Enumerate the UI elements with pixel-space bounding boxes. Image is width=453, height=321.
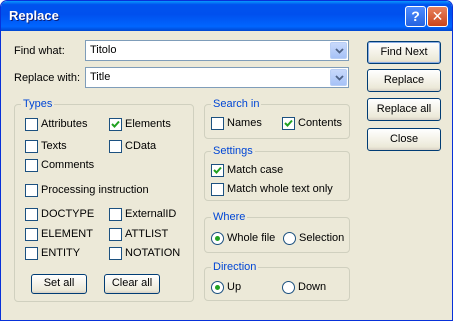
notation-label: NOTATION — [125, 247, 181, 259]
dialog-title: Replace — [9, 8, 59, 23]
up-radio[interactable] — [211, 281, 224, 294]
set-all-button[interactable]: Set all — [31, 274, 87, 294]
whole-file-label: Whole file — [227, 232, 276, 244]
attributes-label: Attributes — [41, 118, 88, 130]
contents-label: Contents — [298, 117, 343, 129]
processing-instruction-label: Processing instruction — [41, 184, 149, 196]
element-label: ELEMENT — [41, 228, 93, 240]
elements-label: Elements — [125, 118, 171, 130]
doctype-label: DOCTYPE — [41, 208, 95, 220]
texts-checkbox[interactable] — [25, 140, 38, 153]
doctype-checkbox[interactable] — [25, 208, 38, 221]
whole-file-radio[interactable] — [211, 232, 224, 245]
names-checkbox[interactable] — [211, 117, 224, 130]
types-title: Types — [21, 98, 55, 110]
notation-checkbox[interactable] — [109, 247, 122, 260]
checkmark-icon — [213, 166, 222, 174]
checkmark-icon — [111, 120, 120, 128]
where-title: Where — [211, 211, 248, 223]
replace-dialog: Replace ? ✕ Find what: Titolo Replace wi… — [0, 0, 453, 321]
find-what-combo[interactable]: Titolo — [85, 40, 349, 61]
find-next-button[interactable]: Find Next — [367, 41, 441, 64]
comments-checkbox[interactable] — [25, 159, 38, 172]
externalid-label: ExternalID — [125, 208, 177, 220]
checkmark-icon — [284, 119, 293, 127]
chevron-down-icon — [335, 48, 344, 54]
chevron-down-icon — [335, 75, 344, 81]
replace-with-value[interactable]: Title — [90, 71, 110, 83]
entity-checkbox[interactable] — [25, 247, 38, 260]
replace-all-button[interactable]: Replace all — [367, 98, 441, 121]
entity-label: ENTITY — [41, 247, 81, 259]
replace-button[interactable]: Replace — [367, 69, 441, 92]
match-case-checkbox[interactable] — [211, 164, 224, 177]
selection-radio[interactable] — [283, 232, 296, 245]
externalid-checkbox[interactable] — [109, 208, 122, 221]
names-label: Names — [227, 117, 262, 129]
contents-checkbox[interactable] — [282, 117, 295, 130]
find-what-dropdown-button[interactable] — [330, 42, 347, 59]
cdata-label: CData — [125, 140, 157, 152]
types-group: Types — [14, 98, 194, 302]
search-in-title: Search in — [211, 98, 262, 110]
selection-label: Selection — [299, 232, 345, 244]
clear-all-button[interactable]: Clear all — [104, 274, 160, 294]
find-what-label: Find what: — [14, 45, 65, 57]
direction-group: Direction — [204, 261, 350, 301]
match-whole-text-label: Match whole text only — [227, 183, 333, 195]
match-case-label: Match case — [227, 164, 284, 176]
attributes-checkbox[interactable] — [25, 118, 38, 131]
title-bar[interactable]: Replace ? ✕ — [1, 1, 452, 31]
settings-title: Settings — [211, 145, 255, 157]
comments-label: Comments — [41, 159, 95, 171]
replace-with-label: Replace with: — [14, 72, 81, 84]
texts-label: Texts — [41, 140, 67, 152]
processing-instruction-checkbox[interactable] — [25, 184, 38, 197]
elements-checkbox[interactable] — [109, 118, 122, 131]
close-window-button[interactable]: ✕ — [427, 6, 448, 27]
down-radio[interactable] — [282, 281, 295, 294]
find-what-value[interactable]: Titolo — [90, 44, 117, 56]
match-whole-text-checkbox[interactable] — [211, 183, 224, 196]
attlist-checkbox[interactable] — [109, 228, 122, 241]
element-checkbox[interactable] — [25, 228, 38, 241]
replace-with-combo[interactable]: Title — [85, 67, 349, 88]
direction-title: Direction — [211, 261, 259, 273]
attlist-label: ATTLIST — [125, 228, 169, 240]
close-button[interactable]: Close — [367, 128, 441, 151]
up-label: Up — [227, 281, 242, 293]
cdata-checkbox[interactable] — [109, 140, 122, 153]
replace-with-dropdown-button[interactable] — [330, 69, 347, 86]
help-button[interactable]: ? — [405, 6, 426, 27]
down-label: Down — [298, 281, 327, 293]
